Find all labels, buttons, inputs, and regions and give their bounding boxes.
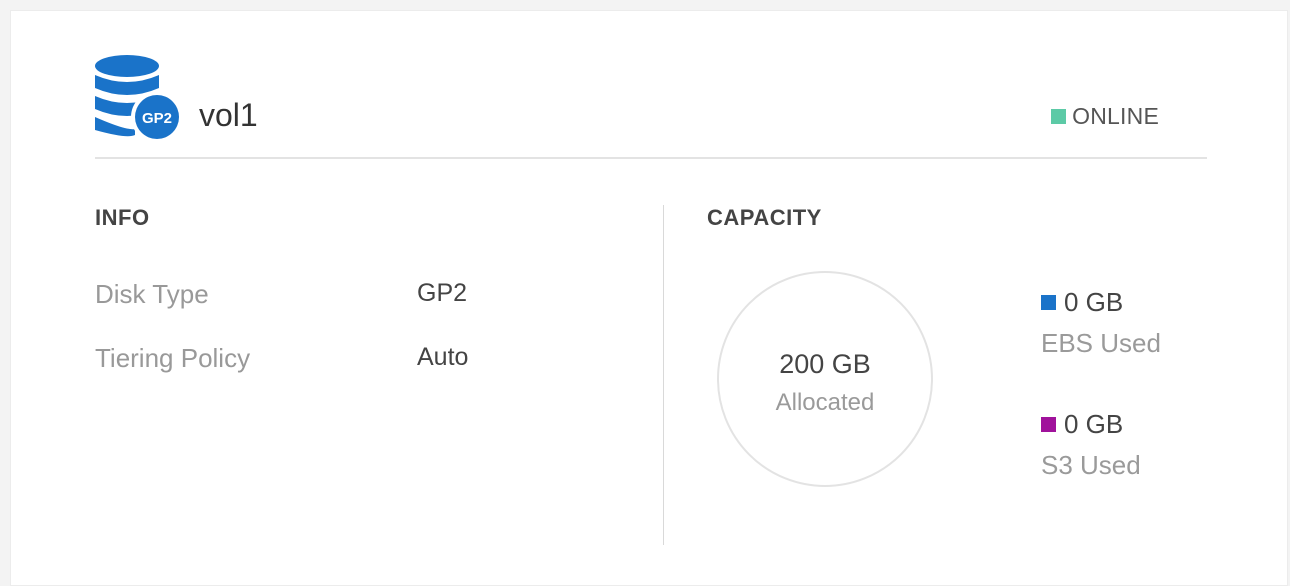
status-text: ONLINE [1072, 103, 1159, 129]
disk-type-value: GP2 [417, 279, 468, 307]
info-section-title: INFO [95, 205, 150, 230]
tiering-policy-label: Tiering Policy [95, 343, 251, 373]
section-divider [663, 205, 664, 545]
ebs-used-value: 0 GB [1064, 287, 1124, 317]
disk-badge-label: GP2 [142, 110, 172, 127]
s3-swatch-icon [1041, 417, 1056, 432]
allocated-value: 200 GB [779, 349, 871, 379]
database-icon: GP2 [95, 55, 183, 143]
status-indicator-icon [1051, 109, 1067, 124]
legend-s3: 0 GB S3 Used [1041, 409, 1141, 481]
capacity-circle: 200 GB Allocated [717, 271, 933, 487]
s3-used-value: 0 GB [1064, 409, 1124, 439]
allocated-label: Allocated [775, 389, 875, 416]
status-badge: ONLINE [1051, 103, 1159, 130]
capacity-section-title: CAPACITY [707, 205, 822, 230]
s3-used-label: S3 Used [1041, 450, 1141, 480]
volume-card: GP2 vol1 ONLINE INFO Disk Type GP2 Tieri… [10, 10, 1288, 586]
ebs-used-label: EBS Used [1041, 328, 1161, 358]
volume-name: vol1 [199, 97, 258, 133]
legend-ebs: 0 GB EBS Used [1041, 287, 1161, 359]
volume-header: GP2 vol1 ONLINE [95, 55, 1207, 159]
tiering-policy-value: Auto [417, 343, 469, 371]
ebs-swatch-icon [1041, 295, 1056, 310]
disk-type-label: Disk Type [95, 279, 209, 309]
